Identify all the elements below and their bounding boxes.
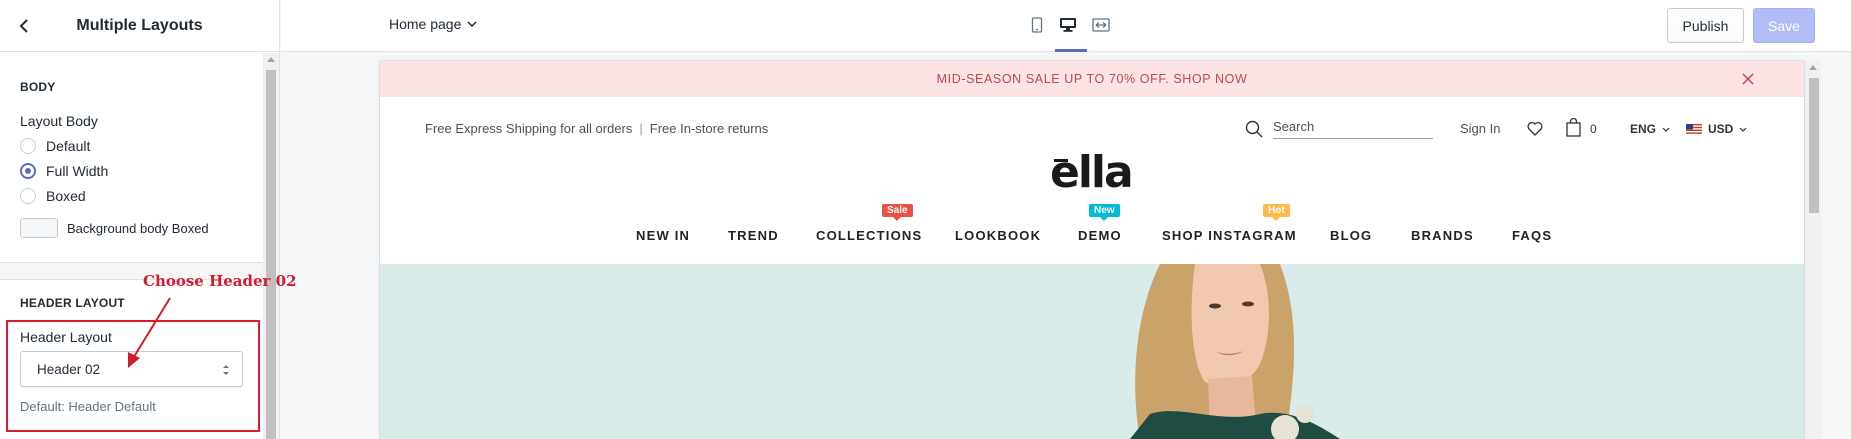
header-layout-label: Header Layout [20,329,112,345]
sidebar-scroll-area: BODY Layout Body Default Full Width Boxe… [0,53,264,439]
language-value: ENG [1630,122,1657,136]
header-layout-select[interactable]: Header 02 [20,351,243,387]
chevron-down-icon [1662,127,1670,132]
currency-value: USD [1708,122,1734,136]
hero-model-image [1130,264,1340,439]
radio-boxed-label: Boxed [46,187,86,204]
nav-item-label: SHOP INSTAGRAM [1162,228,1297,243]
separator: | [639,121,643,136]
back-button[interactable] [12,14,36,38]
nav-item-brands[interactable]: BRANDS [1411,228,1474,243]
close-icon[interactable] [1740,71,1756,87]
chevron-left-icon [19,19,28,33]
radio-circle [20,137,36,154]
nav-item-demo[interactable]: DEMO New [1078,204,1122,243]
search-input[interactable]: Search [1273,119,1433,139]
header-layout-help: Default: Header Default [20,399,156,414]
shipping-info: Free Express Shipping for all orders | Fre… [425,121,768,136]
heart-icon[interactable] [1527,121,1543,136]
nav-item-label: DEMO [1078,228,1122,243]
layout-body-label: Layout Body [20,113,98,129]
returns-text: Free In-store returns [649,121,769,136]
desktop-view-button[interactable] [1055,12,1081,38]
new-badge: New [1089,204,1120,221]
body-section: BODY Layout Body Default Full Width Boxe… [0,53,264,262]
chevron-down-icon [467,21,477,27]
page-selector[interactable]: Home page [389,16,477,32]
nav-item-shop-instagram[interactable]: SHOP INSTAGRAM Hot [1162,204,1297,243]
nav-item-blog[interactable]: BLOG [1330,228,1372,243]
mobile-icon [1031,17,1043,33]
select-arrows-icon [223,365,229,375]
main-navigation: NEW IN TREND COLLECTIONS Sale LOOKBOOK D… [380,204,1804,250]
background-color-row: Background body Boxed [20,218,244,238]
nav-item-faqs[interactable]: FAQS [1512,228,1552,243]
page-selector-label: Home page [389,16,462,32]
nav-item-lookbook[interactable]: LOOKBOOK [955,228,1041,243]
chevron-down-icon [1739,127,1747,132]
header-layout-value: Header 02 [37,361,101,377]
sidebar-title: Multiple Layouts [76,16,203,34]
sidebar-scroll-thumb[interactable] [266,70,276,439]
storefront-preview: MID-SEASON SALE UP TO 70% OFF. SHOP NOW … [380,61,1804,439]
header-layout-section: HEADER LAYOUT Header Layout Header 02 De… [0,280,264,414]
nav-item-trend[interactable]: TREND [728,228,779,243]
hot-badge: Hot [1263,204,1290,221]
annotation-text: Choose Header 02 [143,272,297,290]
fullscreen-icon [1092,18,1110,32]
scroll-up-arrow-icon[interactable] [1809,65,1817,70]
radio-full-width-label: Full Width [46,162,109,179]
currency-selector[interactable]: USD [1686,122,1747,136]
preview-scroll-thumb[interactable] [1809,78,1819,213]
nav-item-label: COLLECTIONS [816,228,923,243]
us-flag-icon [1686,124,1702,134]
publish-button[interactable]: Publish [1667,8,1744,43]
language-selector[interactable]: ENG [1630,122,1670,136]
background-color-swatch[interactable] [20,218,58,238]
cart-count: 0 [1590,122,1597,136]
radio-default-label: Default [46,137,91,154]
search-box[interactable]: Search [1245,119,1433,139]
radio-circle-checked [20,162,36,179]
desktop-icon [1060,18,1076,32]
search-icon [1245,120,1263,138]
radio-boxed[interactable]: Boxed [20,183,244,208]
background-color-label: Background body Boxed [67,220,209,236]
radio-default[interactable]: Default [20,133,244,158]
editor-topbar: Home page Publish Save [281,0,1851,52]
settings-sidebar: Multiple Layouts BODY Layout Body Defaul… [0,0,280,439]
nav-item-new-in[interactable]: NEW IN [636,228,690,243]
mobile-view-button[interactable] [1024,12,1050,38]
sidebar-header: Multiple Layouts [0,0,279,52]
body-section-heading: BODY [20,80,56,94]
nav-item-collections[interactable]: COLLECTIONS Sale [816,204,923,243]
cart-icon[interactable] [1566,118,1581,137]
fullscreen-view-button[interactable] [1088,12,1114,38]
sign-in-link[interactable]: Sign In [1460,121,1500,136]
announcement-text: MID-SEASON SALE UP TO 70% OFF. SHOP NOW [936,72,1248,86]
radio-full-width[interactable]: Full Width [20,158,244,183]
store-logo[interactable]: ella [1050,151,1134,195]
active-device-indicator [1055,49,1087,52]
hero-banner[interactable] [380,264,1804,439]
header-section-heading: HEADER LAYOUT [20,296,125,310]
scroll-up-arrow-icon[interactable] [267,57,275,62]
save-button[interactable]: Save [1753,8,1815,43]
sale-badge: Sale [882,204,913,221]
shipping-text: Free Express Shipping for all orders [425,121,633,136]
announcement-bar[interactable]: MID-SEASON SALE UP TO 70% OFF. SHOP NOW [380,61,1804,97]
radio-circle [20,187,36,204]
